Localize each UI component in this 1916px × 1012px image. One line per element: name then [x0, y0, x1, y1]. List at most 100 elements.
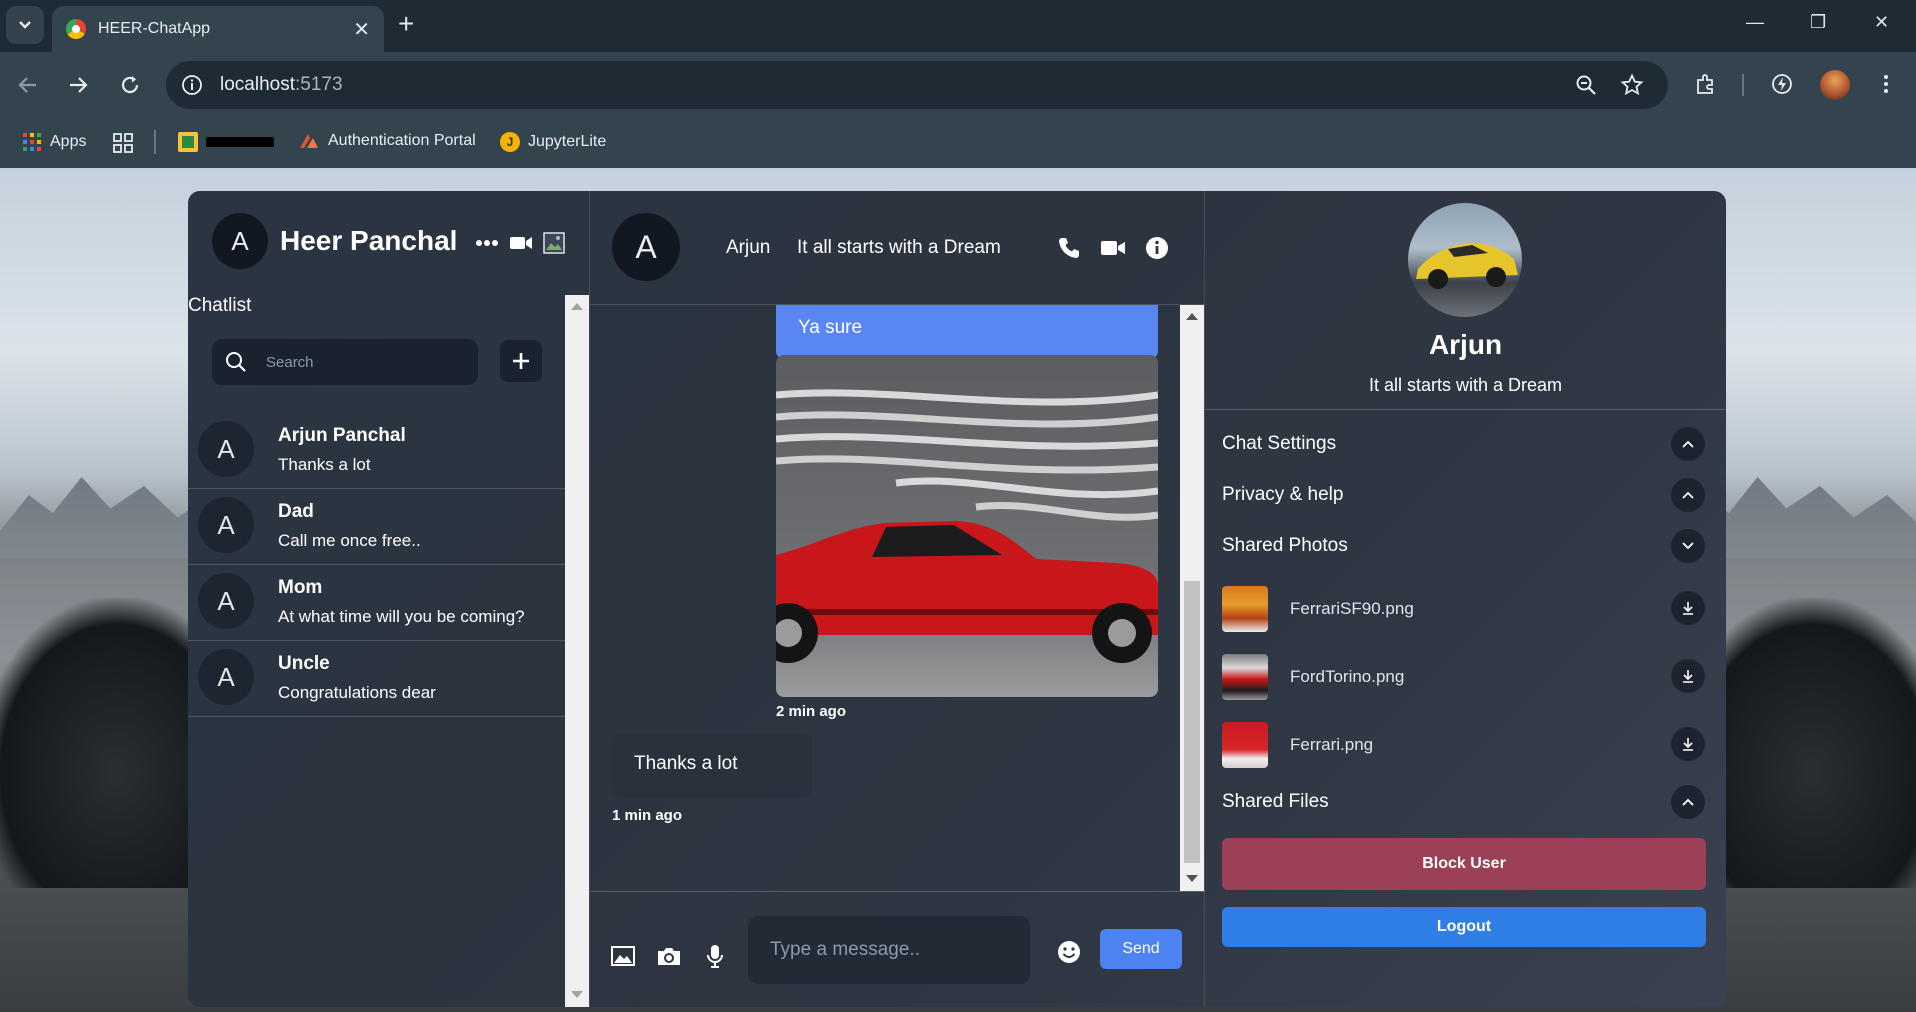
chatlist-scrollbar[interactable]: [565, 295, 589, 1007]
info-icon[interactable]: [1144, 235, 1170, 261]
site-info-icon[interactable]: [180, 73, 204, 97]
window-close-icon[interactable]: ✕: [1874, 12, 1889, 33]
detail-status: It all starts with a Dream: [1368, 375, 1563, 395]
emoji-icon[interactable]: [1056, 940, 1082, 964]
download-icon[interactable]: [1671, 659, 1705, 693]
chat-item-dad[interactable]: A Dad Call me once free..: [188, 489, 565, 565]
bookmark-star-icon[interactable]: [1620, 73, 1644, 97]
user-avatar[interactable]: A: [212, 213, 268, 269]
video-call-icon[interactable]: [508, 231, 534, 255]
scroll-up-arrow-icon[interactable]: [571, 303, 583, 310]
chevron-up-icon[interactable]: [1671, 427, 1705, 461]
scroll-down-arrow-icon[interactable]: [1186, 875, 1198, 882]
logout-button[interactable]: Logout: [1222, 907, 1706, 947]
image-upload-icon[interactable]: [610, 944, 636, 968]
detail-name: Arjun: [1428, 329, 1503, 360]
photo-filename: FerrariSF90.png: [1290, 599, 1414, 618]
chat-item-uncle[interactable]: A Uncle Congratulations dear: [188, 641, 565, 717]
browser-tab[interactable]: HEER-ChatApp ✕: [52, 6, 384, 52]
message-input-box[interactable]: [748, 916, 1030, 984]
jupyter-icon: J: [500, 132, 520, 152]
shared-photo-item[interactable]: FordTorino.png: [1222, 654, 1712, 706]
bookmark-jupyterlite[interactable]: J JupyterLite: [500, 132, 606, 152]
shared-photo-item[interactable]: Ferrari.png: [1222, 722, 1712, 774]
section-shared-files[interactable]: Shared Files: [1222, 791, 1329, 813]
close-tab-icon[interactable]: ✕: [353, 17, 370, 42]
section-chat-settings[interactable]: Chat Settings: [1222, 433, 1336, 455]
microphone-icon[interactable]: [702, 944, 728, 968]
more-vert-icon[interactable]: [1874, 72, 1898, 96]
bookmarks-bar: Apps Authentication Portal J JupyterLite: [0, 118, 1916, 168]
profile-avatar[interactable]: [1820, 70, 1850, 100]
shared-photo-item[interactable]: FerrariSF90.png: [1222, 586, 1712, 638]
section-shared-photos[interactable]: Shared Photos: [1222, 535, 1348, 557]
bookmark-authentication-portal[interactable]: Authentication Portal: [298, 132, 476, 150]
toolbar-divider: [1742, 74, 1744, 96]
reload-button[interactable]: [116, 71, 144, 99]
download-icon[interactable]: [1671, 591, 1705, 625]
contact-status: It all starts with a Dream: [797, 237, 1001, 258]
chatlist-panel: A Heer Panchal Chatlist A Arjun Panchal …: [188, 191, 590, 1007]
section-privacy-help[interactable]: Privacy & help: [1222, 484, 1343, 506]
new-tab-button[interactable]: +: [398, 10, 414, 38]
url-port: :5173: [295, 74, 343, 95]
block-user-button[interactable]: Block User: [1222, 838, 1706, 890]
add-chat-button[interactable]: [500, 340, 542, 382]
bookmark-redacted[interactable]: [178, 132, 274, 152]
chat-last-message: Thanks a lot: [278, 455, 371, 474]
chat-item-mom[interactable]: A Mom At what time will you be coming?: [188, 565, 565, 641]
red-car: [776, 521, 1158, 663]
reload-icon: [121, 76, 139, 94]
message-text: Ya sure: [798, 317, 863, 338]
portal-icon: [300, 134, 318, 148]
zoom-icon[interactable]: [1574, 73, 1598, 97]
url-host: localhost: [220, 74, 295, 95]
chat-avatar: A: [198, 497, 254, 553]
chat-item-arjun-panchal[interactable]: A Arjun Panchal Thanks a lot: [188, 413, 565, 489]
performance-icon[interactable]: [1770, 72, 1794, 96]
phone-icon[interactable]: [1056, 235, 1082, 261]
image-bookmark-icon: [178, 132, 198, 152]
contact-avatar[interactable]: A: [612, 213, 680, 281]
extensions-icon[interactable]: [1694, 72, 1718, 96]
chat-name: Dad: [278, 501, 314, 522]
bookmark-apps[interactable]: Apps: [22, 132, 86, 152]
chevron-up-icon[interactable]: [1671, 785, 1705, 819]
chat-app: A Heer Panchal Chatlist A Arjun Panchal …: [188, 191, 1726, 1007]
chevron-down-icon[interactable]: [1671, 529, 1705, 563]
forward-button[interactable]: [64, 71, 92, 99]
back-button[interactable]: [14, 71, 42, 99]
video-call-icon[interactable]: [1100, 235, 1126, 261]
message-composer: Send: [590, 891, 1205, 1007]
message-input[interactable]: [770, 938, 1010, 962]
message-text: Thanks a lot: [634, 753, 738, 774]
details-divider: [1205, 409, 1726, 410]
contact-name: Arjun: [726, 237, 771, 258]
more-options-icon[interactable]: [474, 231, 500, 255]
search-box[interactable]: [212, 339, 478, 385]
chatlist-title: Chatlist: [188, 295, 252, 316]
download-icon[interactable]: [1671, 727, 1705, 761]
contact-profile-photo[interactable]: [1408, 203, 1522, 317]
chat-list: A Arjun Panchal Thanks a lot A Dad Call …: [188, 413, 565, 717]
scroll-down-arrow-icon[interactable]: [571, 991, 583, 998]
scrollbar-thumb[interactable]: [1184, 581, 1200, 863]
address-bar[interactable]: localhost:5173: [166, 61, 1668, 109]
tab-title: HEER-ChatApp: [98, 20, 211, 37]
camera-icon[interactable]: [656, 944, 682, 968]
restore-icon[interactable]: ❐: [1810, 12, 1826, 33]
conversation-header: A Arjun It all starts with a Dream: [590, 191, 1205, 305]
tab-groups-icon[interactable]: [112, 132, 134, 154]
ferrari-sf90-thumbnail: [1222, 586, 1268, 632]
tab-search-button[interactable]: [6, 6, 44, 44]
sent-image-message[interactable]: [776, 355, 1158, 697]
scroll-up-arrow-icon[interactable]: [1186, 313, 1198, 320]
chevron-up-icon[interactable]: [1671, 478, 1705, 512]
chat-name: Mom: [278, 577, 323, 598]
messages-scrollbar[interactable]: [1180, 305, 1204, 891]
search-input[interactable]: [266, 351, 466, 373]
minimize-icon[interactable]: —: [1746, 12, 1764, 33]
send-button[interactable]: Send: [1100, 929, 1182, 969]
edit-profile-icon[interactable]: [542, 231, 566, 255]
message-time: 2 min ago: [776, 703, 847, 720]
